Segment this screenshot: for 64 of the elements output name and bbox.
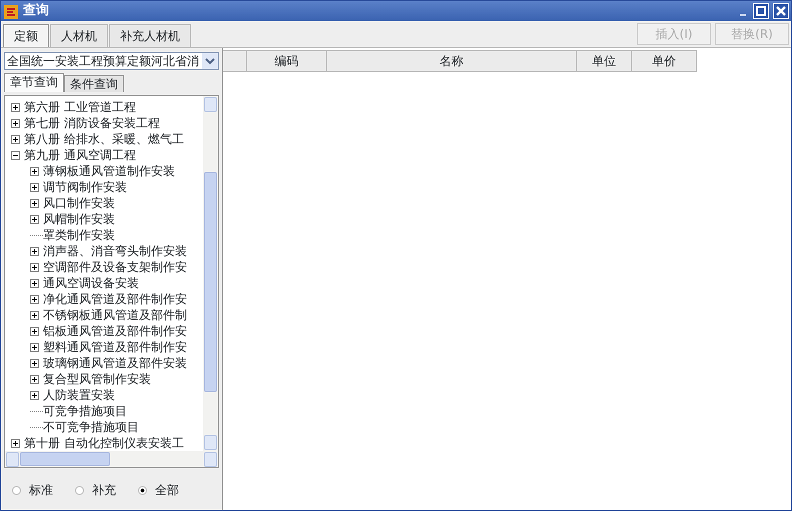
column-header[interactable]: 单位 bbox=[577, 50, 632, 72]
expander-icon[interactable] bbox=[30, 198, 39, 208]
expander-icon[interactable] bbox=[30, 390, 39, 400]
tree-item[interactable]: 空调部件及设备支架制作安 bbox=[43, 258, 187, 276]
tree-item[interactable]: 复合型风管制作安装 bbox=[43, 370, 151, 388]
app-icon bbox=[3, 2, 19, 20]
library-dropdown[interactable]: 全国统一安装工程预算定额河北省消 bbox=[4, 52, 219, 70]
tree-item[interactable]: 调节阀制作安装 bbox=[43, 178, 127, 196]
tree-item[interactable]: 第十册 自动化控制仪表安装工 bbox=[24, 434, 184, 451]
radio-button[interactable] bbox=[75, 486, 84, 494]
tree-item[interactable]: 罩类制作安装 bbox=[43, 226, 115, 244]
expander-icon[interactable] bbox=[30, 278, 39, 288]
header-cell bbox=[223, 50, 247, 72]
column-header[interactable]: 名称 bbox=[327, 50, 577, 72]
radio-label: 标准 bbox=[29, 482, 53, 499]
window-title: 查询 bbox=[23, 2, 49, 20]
tree-item[interactable]: 第六册 工业管道工程 bbox=[24, 98, 136, 116]
tree-item[interactable]: 第七册 消防设备安装工程 bbox=[24, 114, 160, 132]
expander-icon[interactable] bbox=[11, 134, 20, 144]
tree-item[interactable]: 风口制作安装 bbox=[43, 194, 115, 212]
tab[interactable]: 人材机 bbox=[50, 24, 108, 47]
tree-item[interactable]: 不锈钢板通风管道及部件制 bbox=[43, 306, 187, 324]
tree-item[interactable]: 消声器、消音弯头制作安装 bbox=[43, 242, 187, 260]
tree-item[interactable]: 人防装置安装 bbox=[43, 386, 115, 404]
expander-icon[interactable] bbox=[30, 294, 39, 304]
tab[interactable]: 章节查询 bbox=[4, 73, 64, 92]
tree-item[interactable]: 玻璃钢通风管道及部件安装 bbox=[43, 354, 187, 372]
expander-icon[interactable] bbox=[30, 310, 39, 320]
maximize-button[interactable] bbox=[753, 3, 769, 19]
expander-icon[interactable] bbox=[30, 262, 39, 272]
horizontal-scrollbar[interactable] bbox=[5, 451, 218, 467]
expander-icon[interactable] bbox=[30, 246, 39, 256]
vertical-scrollbar[interactable] bbox=[203, 96, 218, 451]
expander-icon[interactable] bbox=[11, 438, 20, 448]
tab[interactable]: 补充人材机 bbox=[109, 24, 191, 47]
radio-button[interactable] bbox=[12, 486, 21, 494]
column-header[interactable]: 编码 bbox=[247, 50, 327, 72]
tab[interactable]: 定额 bbox=[3, 24, 49, 47]
column-header[interactable]: 单价 bbox=[632, 50, 697, 72]
expander-icon[interactable] bbox=[30, 182, 39, 192]
tree-item[interactable]: 风帽制作安装 bbox=[43, 210, 115, 228]
tree-item[interactable]: 第九册 通风空调工程 bbox=[24, 146, 136, 164]
tree-item[interactable]: 通风空调设备安装 bbox=[43, 274, 139, 292]
expander-icon[interactable] bbox=[30, 374, 39, 384]
tree-item[interactable]: 可竞争措施项目 bbox=[43, 402, 127, 420]
tree-item[interactable]: 不可竞争措施项目 bbox=[43, 418, 139, 436]
tree-item[interactable]: 铝板通风管道及部件制作安 bbox=[43, 322, 187, 340]
expander-icon[interactable] bbox=[30, 342, 39, 352]
tree-item[interactable]: 第八册 给排水、采暖、燃气工 bbox=[24, 130, 184, 148]
expander-icon[interactable] bbox=[30, 326, 39, 336]
radio-label: 全部 bbox=[155, 482, 179, 499]
tree-item[interactable]: 塑料通风管道及部件制作安 bbox=[43, 338, 187, 356]
tab[interactable]: 条件查询 bbox=[64, 75, 124, 92]
tree-item[interactable]: 薄钢板通风管道制作安装 bbox=[43, 162, 175, 180]
expander-icon[interactable] bbox=[30, 358, 39, 368]
tree-item[interactable]: 净化通风管道及部件制作安 bbox=[43, 290, 187, 308]
radio-button[interactable] bbox=[138, 486, 147, 494]
expander-icon[interactable] bbox=[11, 102, 20, 112]
expander-icon[interactable] bbox=[30, 166, 39, 176]
radio-label: 补充 bbox=[92, 482, 116, 499]
expander-icon[interactable] bbox=[11, 118, 20, 128]
expander-icon[interactable] bbox=[30, 214, 39, 224]
expander-icon[interactable] bbox=[11, 150, 20, 160]
close-button[interactable] bbox=[773, 3, 789, 19]
